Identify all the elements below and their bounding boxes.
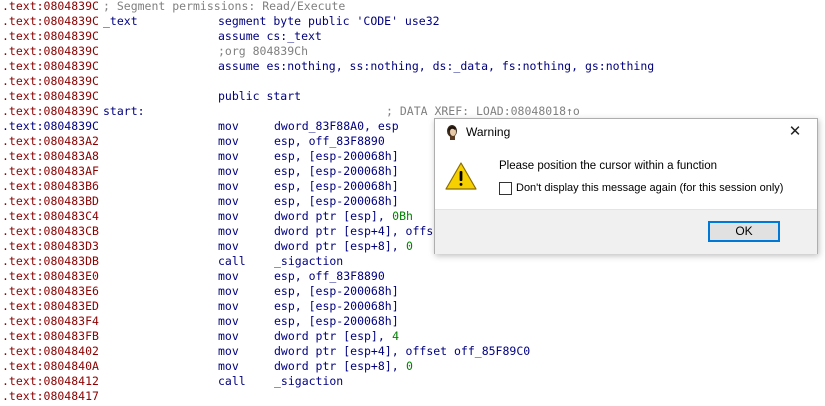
warning-dialog: Warning ✕ Please position the cursor wit…	[434, 118, 818, 254]
line-operands: dword ptr [esp+4], offset off_85F89C0	[274, 344, 531, 358]
dialog-titlebar[interactable]: Warning ✕	[435, 119, 817, 145]
line-instruction: mov	[218, 299, 239, 313]
line-address: .text:080483AF	[2, 164, 99, 178]
line-instruction: mov	[218, 209, 239, 223]
ida-app-icon	[447, 125, 457, 140]
line-operands: esp, [esp-200068h]	[274, 299, 399, 313]
line-address: .text:080483ED	[2, 299, 99, 313]
dialog-message: Please position the cursor within a func…	[499, 160, 717, 172]
line-address: .text:080483A2	[2, 134, 99, 148]
line-address: .text:080483E6	[2, 284, 99, 298]
line-instruction: mov	[218, 284, 239, 298]
line-instruction: assume cs:_text	[218, 29, 322, 43]
line-instruction: mov	[218, 224, 239, 238]
line-instruction: mov	[218, 149, 239, 163]
close-button[interactable]: ✕	[773, 119, 817, 145]
line-address: .text:0804839C	[2, 29, 99, 43]
line-address: .text:0804839C	[2, 0, 99, 13]
line-instruction: mov	[218, 164, 239, 178]
line-operands: esp, [esp-200068h]	[274, 284, 399, 298]
line-address: .text:080483CB	[2, 224, 99, 238]
line-number: 4	[392, 329, 400, 343]
line-label: start:	[103, 104, 145, 118]
line-address: .text:080483A8	[2, 149, 99, 163]
line-address: .text:080483D3	[2, 239, 99, 253]
line-instruction: mov	[218, 194, 239, 208]
dialog-title: Warning	[466, 125, 511, 139]
line-number: 0	[406, 239, 413, 253]
line-comment: ;org 804839Ch	[218, 44, 309, 58]
line-number: 0	[406, 359, 413, 373]
line-address: .text:0804839C	[2, 44, 99, 58]
line-operands: esp, [esp-200068h]	[274, 194, 399, 208]
warning-triangle-icon	[445, 162, 477, 190]
line-address: .text:080483E0	[2, 269, 99, 283]
line-comment: ; Segment permissions: Read/Execute	[103, 0, 346, 13]
line-operands: esp, [esp-200068h]	[274, 149, 399, 163]
line-number: 0Bh	[392, 209, 413, 223]
line-address: .text:0804839C	[2, 104, 99, 118]
line-operands: esp, [esp-200068h]	[274, 179, 399, 193]
line-address: .text:080483F4	[2, 314, 99, 328]
line-address: .text:080483DB	[2, 254, 99, 268]
line-address: .text:08048417	[2, 389, 99, 403]
line-operands: esp, [esp-200068h]	[274, 314, 399, 328]
line-address: .text:0804839C	[2, 119, 99, 133]
line-instruction: mov	[218, 359, 239, 373]
line-instruction: call	[218, 254, 246, 268]
line-operands: _sigaction	[274, 254, 344, 268]
dont-show-again-checkbox[interactable]	[499, 182, 512, 195]
line-address: .text:080483C4	[2, 209, 99, 223]
line-address: .text:0804839C	[2, 74, 99, 88]
line-instruction: mov	[218, 119, 239, 133]
ok-button[interactable]: OK	[708, 221, 780, 242]
line-address: .text:0804839C	[2, 89, 99, 103]
line-label: _text	[103, 14, 138, 28]
line-address: .text:0804840A	[2, 359, 99, 373]
line-instruction: mov	[218, 134, 239, 148]
line-operands: esp, [esp-200068h]	[274, 164, 399, 178]
line-instruction: mov	[218, 314, 239, 328]
line-operands: dword ptr [esp+8],	[274, 239, 406, 253]
line-address: .text:080483B6	[2, 179, 99, 193]
line-operands: dword ptr [esp],	[274, 329, 392, 343]
line-instruction: mov	[218, 239, 239, 253]
line-instruction: mov	[218, 179, 239, 193]
dialog-footer: OK	[435, 209, 817, 254]
line-instruction: call	[218, 374, 246, 388]
line-instruction: assume es:nothing, ss:nothing, ds:_data,…	[218, 59, 655, 73]
line-operands: dword ptr [esp+4], offs	[274, 224, 434, 238]
line-operands: dword ptr [esp+8],	[274, 359, 406, 373]
dont-show-again-label[interactable]: Don't display this message again (for th…	[516, 182, 783, 194]
line-operands: _sigaction	[274, 374, 344, 388]
close-icon: ✕	[788, 123, 802, 140]
line-address: .text:0804839C	[2, 14, 99, 28]
line-instruction: mov	[218, 269, 239, 283]
line-instruction: public start	[218, 89, 302, 103]
line-operands: dword_83F88A0, esp	[274, 119, 399, 133]
line-instruction: segment byte public 'CODE' use32	[218, 14, 440, 28]
line-instruction: mov	[218, 329, 239, 343]
xref-comment: ; DATA XREF: LOAD:08048018↑o	[386, 104, 580, 118]
line-address: .text:0804839C	[2, 59, 99, 73]
line-operands: dword ptr [esp],	[274, 209, 392, 223]
line-address: .text:08048412	[2, 374, 99, 388]
line-address: .text:08048402	[2, 344, 99, 358]
line-address: .text:080483BD	[2, 194, 99, 208]
line-operands: esp, off_83F8890	[274, 134, 385, 148]
line-operands: esp, off_83F8890	[274, 269, 385, 283]
line-address: .text:080483FB	[2, 329, 99, 343]
line-instruction: mov	[218, 344, 239, 358]
